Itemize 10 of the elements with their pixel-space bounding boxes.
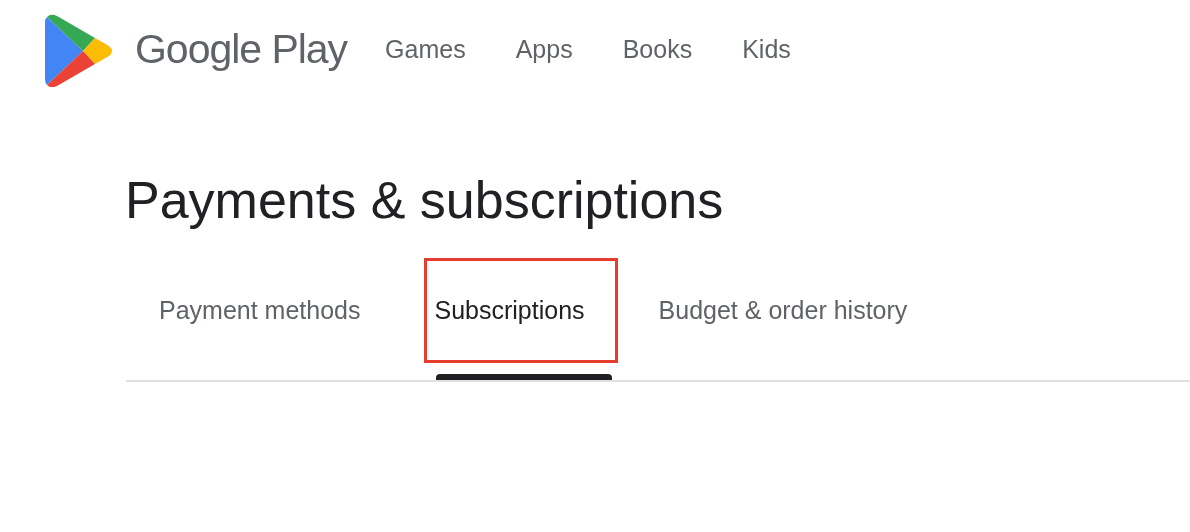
tab[interactable]: Payment methods bbox=[148, 258, 394, 363]
nav-link[interactable]: Games bbox=[385, 31, 466, 69]
page-title: Payments & subscriptions bbox=[125, 170, 725, 231]
nav-link[interactable]: Books bbox=[622, 31, 693, 69]
brand-name: Google Play bbox=[135, 25, 348, 75]
nav-link[interactable]: Kids bbox=[742, 31, 791, 69]
play-logo-icon[interactable] bbox=[45, 13, 113, 87]
tab[interactable]: Subscriptions bbox=[423, 258, 618, 363]
tab[interactable]: Budget & order history bbox=[647, 258, 941, 363]
nav-link[interactable]: Apps bbox=[515, 31, 573, 69]
